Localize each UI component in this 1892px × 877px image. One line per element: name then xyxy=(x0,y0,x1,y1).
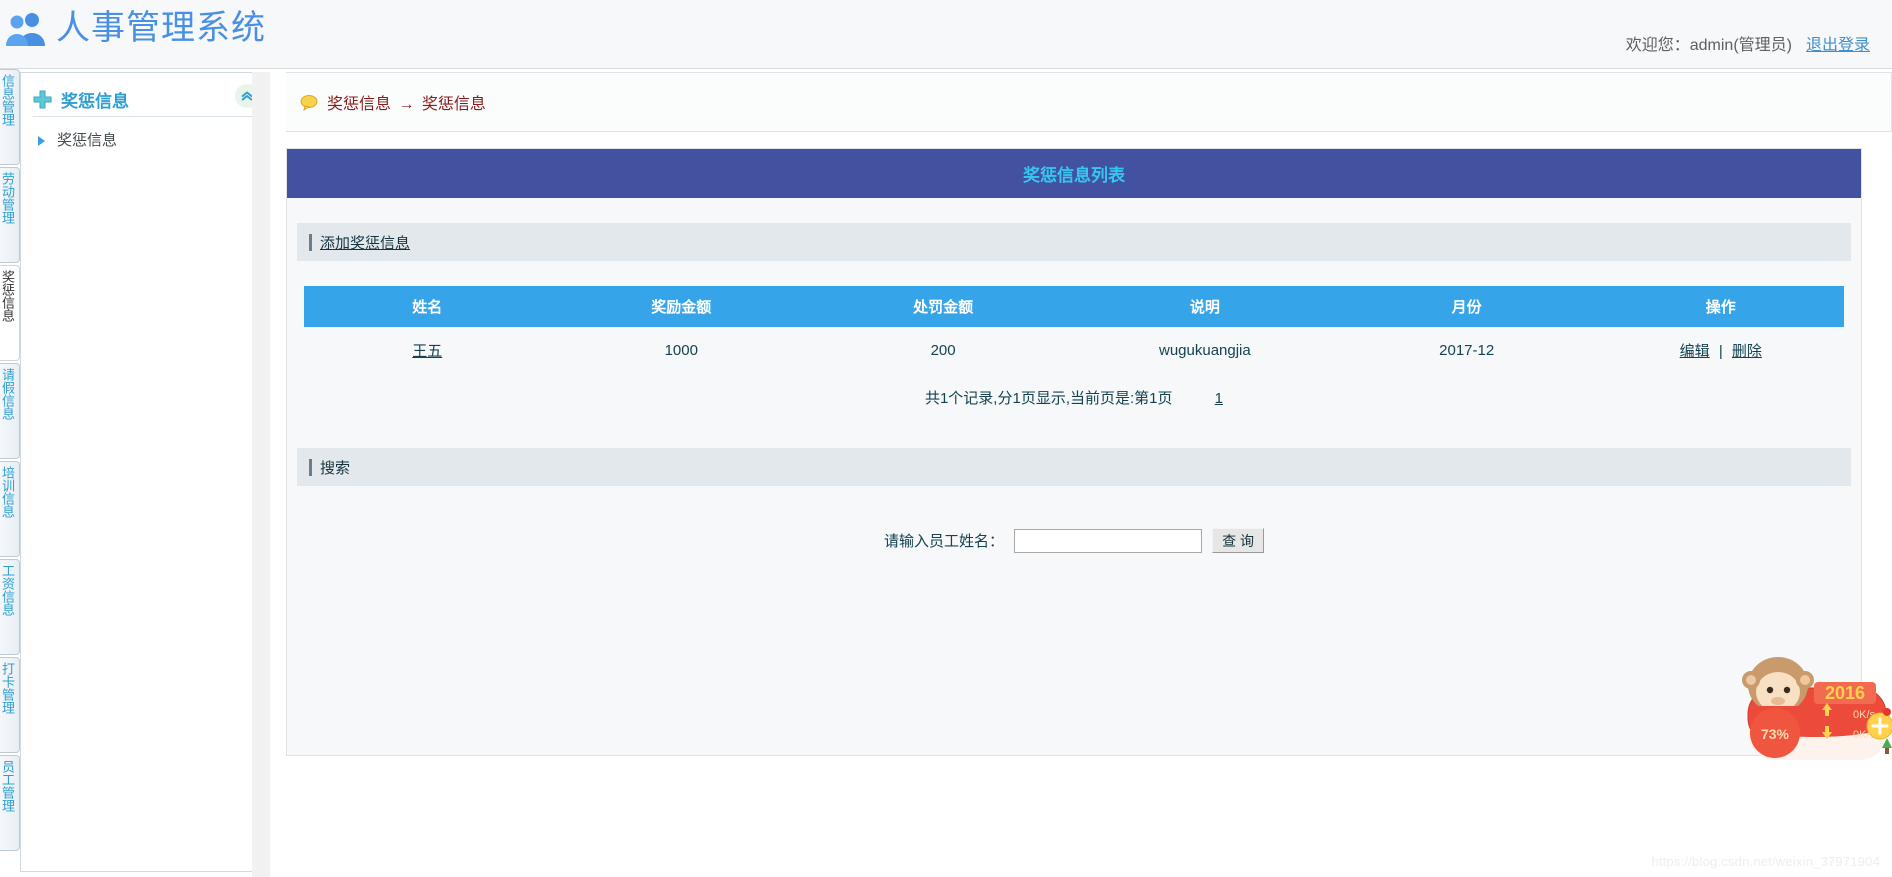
users-icon xyxy=(6,8,46,48)
breadcrumb: 奖惩信息 → 奖惩信息 xyxy=(286,72,1892,132)
breadcrumb-item-2[interactable]: 奖惩信息 xyxy=(422,96,486,113)
rail-tab-label: 奖惩信息 xyxy=(0,270,15,322)
cell-remark: wugukuangjia xyxy=(1073,327,1336,373)
rail-tab-6[interactable]: 工资信息 xyxy=(0,559,20,655)
rail-tab-5[interactable]: 培训信息 xyxy=(0,461,20,557)
rail-tab-2[interactable]: 劳动管理 xyxy=(0,167,20,263)
employee-name-link[interactable]: 王五 xyxy=(412,343,442,360)
rail-tab-7[interactable]: 打卡管理 xyxy=(0,657,20,753)
rail-tab-label: 劳动管理 xyxy=(0,172,15,224)
rail-tab-label: 工资信息 xyxy=(0,564,15,616)
search-form: 请输入员工姓名： 查 询 xyxy=(287,528,1861,553)
page-scrollbar-track[interactable] xyxy=(252,72,270,877)
app-header: 人事管理系统 欢迎您：admin(管理员) 退出登录 xyxy=(0,0,1892,69)
content-area: 奖惩信息 → 奖惩信息 奖惩信息列表 添加奖惩信息 姓名 奖励金额 处罚金额 说… xyxy=(286,72,1892,877)
search-label: 请输入员工姓名： xyxy=(884,533,1005,550)
brand: 人事管理系统 xyxy=(6,6,266,50)
cell-reward: 1000 xyxy=(550,327,813,373)
add-record-link[interactable]: 添加奖惩信息 xyxy=(320,232,410,253)
search-section-bar: 搜索 xyxy=(297,448,1851,486)
records-table: 姓名 奖励金额 处罚金额 说明 月份 操作 王五 1000 200 wuguku… xyxy=(304,286,1844,373)
menu-group-header: 奖惩信息 xyxy=(33,83,259,117)
column-header-remark: 说明 xyxy=(1073,286,1336,327)
sidebar-item-label: 奖惩信息 xyxy=(57,132,118,149)
rail-tab-label: 培训信息 xyxy=(0,466,15,518)
table-header-row: 姓名 奖励金额 处罚金额 说明 月份 操作 xyxy=(304,286,1844,327)
rail-tab-label: 打卡管理 xyxy=(0,662,15,714)
column-header-name: 姓名 xyxy=(304,286,551,327)
action-separator: | xyxy=(1718,342,1723,360)
section-tick xyxy=(309,233,312,251)
page-link-1[interactable]: 1 xyxy=(1215,390,1223,407)
triangle-right-icon xyxy=(37,134,47,146)
speech-bubble-icon xyxy=(300,94,318,111)
vertical-tab-rail: 信息管理劳动管理奖惩信息请假信息培训信息工资信息打卡管理员工管理 xyxy=(0,69,20,877)
cell-actions: 编辑 | 删除 xyxy=(1597,327,1844,373)
search-section-label: 搜索 xyxy=(320,459,351,477)
add-section-bar: 添加奖惩信息 xyxy=(297,223,1851,261)
rail-tab-label: 请假信息 xyxy=(0,368,15,420)
cell-name: 王五 xyxy=(304,327,551,373)
edit-link[interactable]: 编辑 xyxy=(1680,343,1710,360)
sidebar-menu-panel: 奖惩信息 奖惩信息 xyxy=(20,72,270,872)
panel-title: 奖惩信息列表 xyxy=(287,149,1861,198)
search-input[interactable] xyxy=(1014,528,1203,553)
section-tick xyxy=(309,458,312,476)
plus-icon xyxy=(33,90,52,109)
cell-penalty: 200 xyxy=(812,327,1074,373)
cell-month: 2017-12 xyxy=(1335,327,1598,373)
brand-title: 人事管理系统 xyxy=(56,9,266,47)
rail-tab-4[interactable]: 请假信息 xyxy=(0,363,20,459)
column-header-reward: 奖励金额 xyxy=(550,286,813,327)
watermark-text: https://blog.csdn.net/weixin_37971904 xyxy=(1651,854,1880,869)
welcome-text: 欢迎您：admin(管理员) xyxy=(1625,37,1792,54)
table-row: 王五 1000 200 wugukuangjia 2017-12 编辑 | 删除 xyxy=(304,327,1844,373)
breadcrumb-item-1[interactable]: 奖惩信息 xyxy=(327,96,391,113)
sidebar-item-jiangcheng[interactable]: 奖惩信息 xyxy=(37,129,269,150)
rail-tab-3[interactable]: 奖惩信息 xyxy=(0,265,20,361)
column-header-actions: 操作 xyxy=(1597,286,1844,327)
rail-tab-label: 信息管理 xyxy=(0,74,15,126)
header-user-area: 欢迎您：admin(管理员) 退出登录 xyxy=(1626,0,1870,69)
pagination: 共1个记录,分1页显示,当前页是:第1页 1 xyxy=(287,387,1861,408)
pagination-summary: 共1个记录,分1页显示,当前页是:第1页 xyxy=(924,390,1173,407)
logout-link[interactable]: 退出登录 xyxy=(1806,31,1870,55)
list-panel: 奖惩信息列表 添加奖惩信息 姓名 奖励金额 处罚金额 说明 月份 操作 王五 1… xyxy=(286,148,1862,756)
column-header-penalty: 处罚金额 xyxy=(812,286,1074,327)
rail-tab-label: 员工管理 xyxy=(0,760,15,812)
rail-tab-8[interactable]: 员工管理 xyxy=(0,755,20,851)
menu-group-label: 奖惩信息 xyxy=(61,92,129,111)
rail-tab-1[interactable]: 信息管理 xyxy=(0,69,20,165)
column-header-month: 月份 xyxy=(1335,286,1598,327)
delete-link[interactable]: 删除 xyxy=(1732,343,1762,360)
breadcrumb-arrow-icon: → xyxy=(398,96,415,113)
breadcrumb-text: 奖惩信息 → 奖惩信息 xyxy=(327,90,486,114)
table-body: 王五 1000 200 wugukuangjia 2017-12 编辑 | 删除 xyxy=(304,327,1844,373)
search-button[interactable]: 查 询 xyxy=(1212,528,1264,553)
table-head: 姓名 奖励金额 处罚金额 说明 月份 操作 xyxy=(304,286,1844,327)
